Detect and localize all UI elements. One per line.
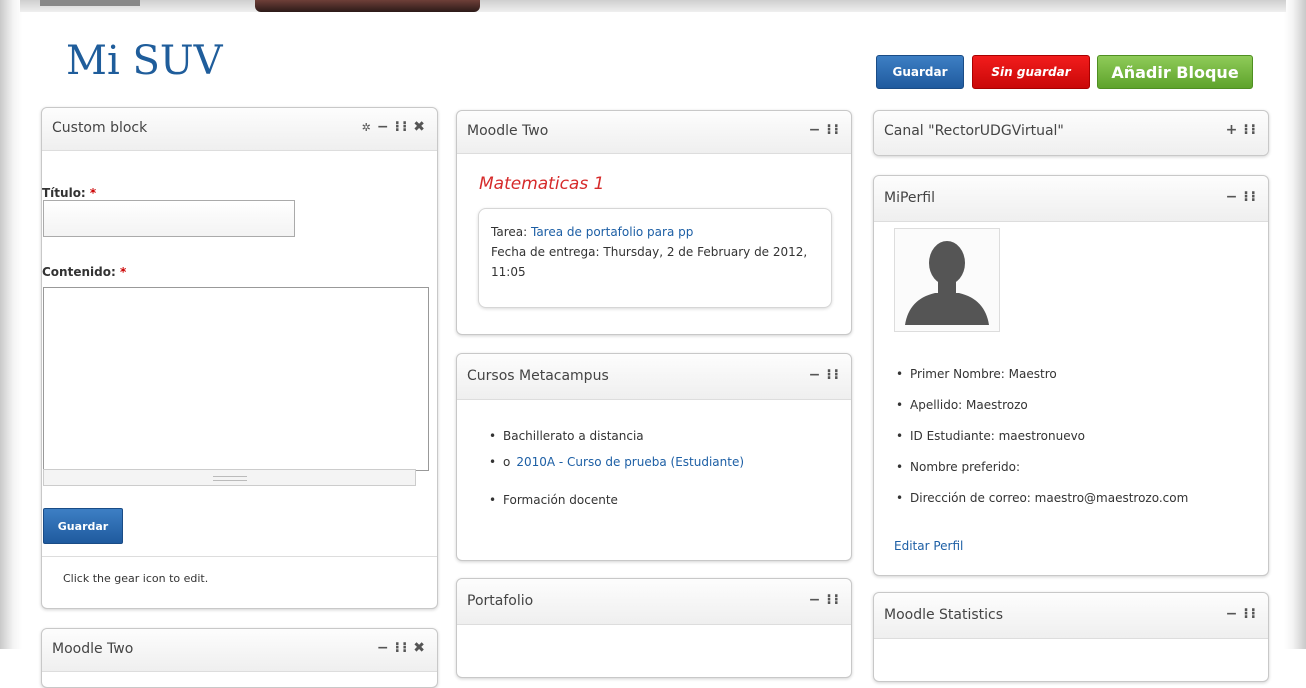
custom-save-button[interactable]: Guardar (43, 508, 123, 544)
profile-field: Dirección de correo: maestro@maestrozo.c… (896, 490, 1188, 506)
save-button[interactable]: Guardar (876, 55, 964, 89)
top-header-text (40, 0, 140, 6)
task-link[interactable]: Tarea de portafolio para pp (531, 225, 693, 239)
move-icon[interactable]: ⁝⁝ (395, 640, 410, 656)
close-icon[interactable]: ✖ (413, 119, 427, 135)
stats-block-controls: − ⁝⁝ (1222, 606, 1258, 622)
perfil-block-controls: − ⁝⁝ (1222, 189, 1258, 205)
minimize-icon[interactable]: − (809, 122, 823, 138)
moodle-two-block-2-header: Moodle Two − ⁝⁝ ✖ (42, 629, 437, 672)
move-icon[interactable]: ⁝⁝ (1243, 189, 1258, 205)
required-mark: * (119, 265, 127, 279)
profile-field: Primer Nombre: Maestro (896, 366, 1188, 382)
list-item: o 2010A - Curso de prueba (Estudiante) (489, 455, 744, 469)
minimize-icon[interactable]: − (1226, 606, 1240, 622)
portafolio-block-title: Portafolio (467, 593, 534, 609)
metacampus-block-title: Cursos Metacampus (467, 368, 609, 384)
course-link[interactable]: 2010A - Curso de prueba (Estudiante) (516, 455, 744, 469)
profile-field-list: Primer Nombre: Maestro Apellido: Maestro… (896, 366, 1188, 506)
nested-bullet-icon: o (503, 455, 511, 469)
metacampus-block-header: Cursos Metacampus − ⁝⁝ (457, 354, 851, 400)
left-edge-shadow (0, 0, 22, 649)
gear-icon[interactable]: ✲ (362, 121, 373, 134)
profile-field: ID Estudiante: maestronuevo (896, 428, 1188, 444)
task-card: Tarea: Tarea de portafolio para pp Fecha… (478, 208, 832, 308)
canal-block-controls: + ⁝⁝ (1222, 122, 1258, 138)
profile-field: Apellido: Maestrozo (896, 397, 1188, 413)
move-icon[interactable]: ⁝⁝ (1243, 122, 1258, 138)
metacampus-block: Cursos Metacampus −⁝⁝ Bachillerato a dis… (456, 353, 852, 561)
moodle-two-block-2-title: Moodle Two (52, 641, 134, 657)
stats-block-title: Moodle Statistics (884, 607, 1004, 623)
minimize-icon[interactable]: − (377, 640, 391, 656)
canal-block-title: Canal "RectorUDGVirtual" (884, 123, 1064, 139)
textarea-resize-handle[interactable] (43, 469, 416, 486)
custom-block: Custom block ✲ − ⁝⁝ ✖ Título: * Contenido: … (41, 107, 438, 609)
metacampus-course-list: Bachillerato a distancia o 2010A - Curso … (489, 429, 744, 507)
list-item: Bachillerato a distancia (489, 429, 744, 443)
contenido-textarea[interactable] (43, 287, 429, 471)
task-prefix: Tarea: (491, 225, 528, 239)
metacampus-block-controls: − ⁝⁝ (805, 367, 841, 383)
moodle-two-block-2: Moodle Two − ⁝⁝ ✖ (41, 628, 438, 688)
contenido-label: Contenido: * (42, 265, 127, 279)
stats-block-header: Moodle Statistics − ⁝⁝ (874, 593, 1268, 639)
gear-hint-text: Click the gear icon to edit. (63, 572, 209, 585)
moodle-two-block-title: Moodle Two (467, 123, 549, 139)
portafolio-block: Portafolio − ⁝⁝ (456, 578, 852, 678)
discard-button[interactable]: Sin guardar (972, 55, 1090, 89)
required-mark: * (89, 186, 97, 200)
close-icon[interactable]: ✖ (413, 640, 427, 656)
custom-block-header: Custom block ✲ − ⁝⁝ ✖ (42, 108, 437, 151)
move-icon[interactable]: ⁝⁝ (826, 122, 841, 138)
top-header-image (255, 0, 480, 12)
moodle-two-block-header: Moodle Two − ⁝⁝ (457, 111, 851, 154)
move-icon[interactable]: ⁝⁝ (1243, 606, 1258, 622)
minimize-icon[interactable]: − (377, 119, 391, 135)
page-title: Mi SUV (66, 38, 223, 84)
due-date-text: Fecha de entrega: Thursday, 2 de Februar… (491, 245, 808, 279)
portafolio-block-header: Portafolio − ⁝⁝ (457, 579, 851, 625)
course-title: Matematicas 1 (479, 174, 605, 194)
divider (42, 556, 437, 557)
avatar (894, 228, 1000, 332)
titulo-label: Título: * (42, 186, 97, 200)
move-icon[interactable]: ⁝⁝ (826, 592, 841, 608)
custom-block-title: Custom block (52, 120, 148, 136)
portafolio-block-controls: − ⁝⁝ (805, 592, 841, 608)
perfil-block: MiPerfil −⁝⁝ Primer Nombre: Maestro Apel… (873, 175, 1269, 576)
minimize-icon[interactable]: − (1226, 189, 1240, 205)
stats-block: Moodle Statistics − ⁝⁝ (873, 592, 1269, 682)
add-icon[interactable]: + (1226, 122, 1240, 138)
moodle-two-block: Moodle Two − ⁝⁝ Matematicas 1 Tarea: Tare… (456, 110, 852, 335)
edit-profile-link[interactable]: Editar Perfil (894, 539, 963, 553)
titulo-input[interactable] (43, 200, 295, 237)
perfil-block-title: MiPerfil (884, 190, 935, 206)
list-item: Formación docente (489, 493, 744, 507)
minimize-icon[interactable]: − (809, 367, 823, 383)
minimize-icon[interactable]: − (809, 592, 823, 608)
moodle-two-block-2-controls: − ⁝⁝ ✖ (373, 640, 427, 656)
custom-block-controls: ✲ − ⁝⁝ ✖ (358, 119, 427, 135)
move-icon[interactable]: ⁝⁝ (395, 119, 410, 135)
right-edge-shadow (1284, 0, 1306, 649)
moodle-two-block-controls: − ⁝⁝ (805, 122, 841, 138)
move-icon[interactable]: ⁝⁝ (826, 367, 841, 383)
top-header-strip (20, 0, 1286, 12)
add-block-button[interactable]: Añadir Bloque (1097, 55, 1253, 89)
profile-field: Nombre preferido: (896, 459, 1188, 475)
canal-block-header: Canal "RectorUDGVirtual" + ⁝⁝ (874, 111, 1268, 155)
canal-block: Canal "RectorUDGVirtual" + ⁝⁝ (873, 110, 1269, 156)
user-silhouette-icon (905, 241, 989, 325)
perfil-block-header: MiPerfil − ⁝⁝ (874, 176, 1268, 222)
